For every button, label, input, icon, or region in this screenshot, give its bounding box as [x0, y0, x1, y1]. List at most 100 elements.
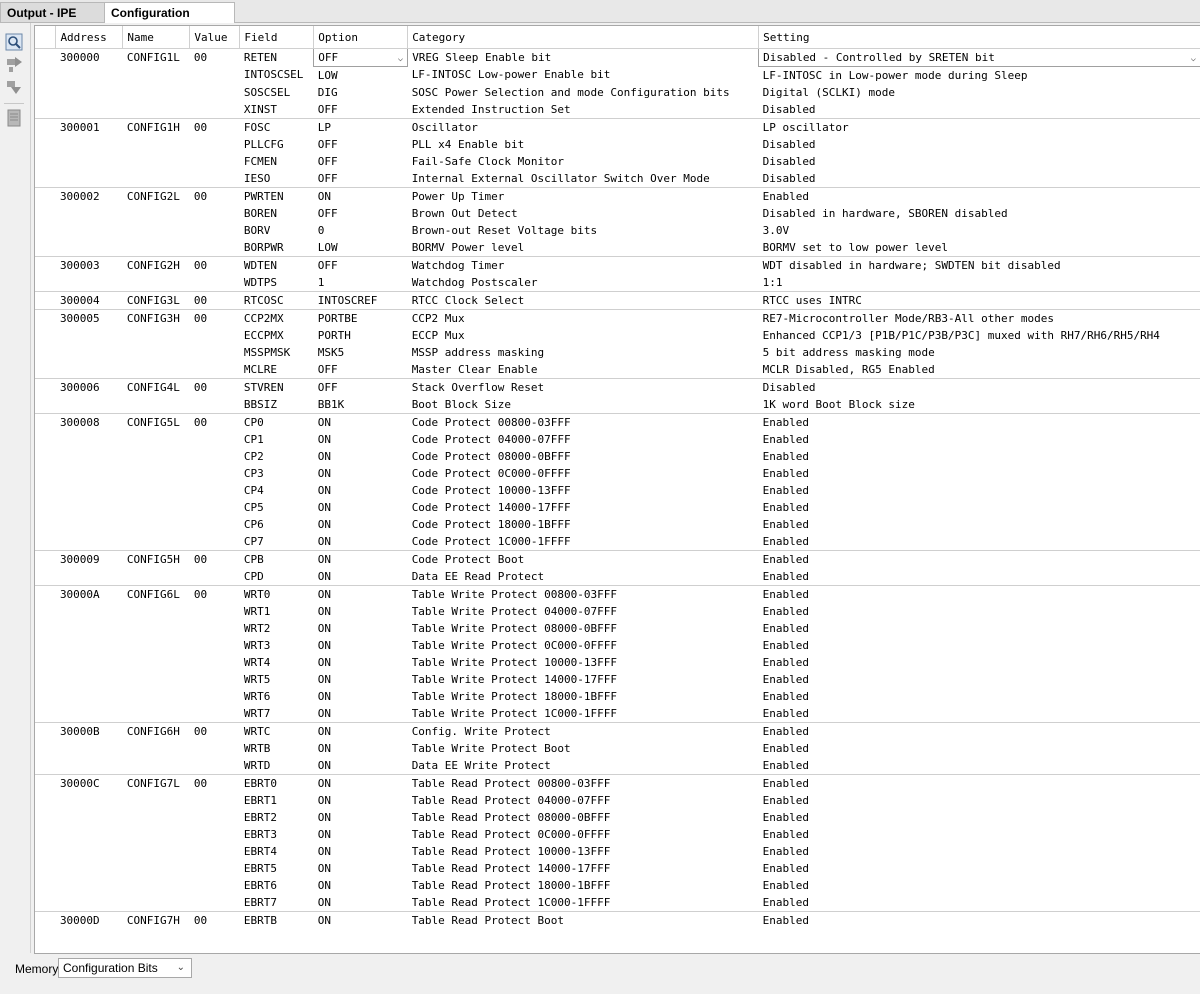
column-header-option[interactable]: Option — [313, 26, 409, 49]
cell-setting[interactable]: Enabled — [758, 187, 1200, 205]
cell-setting[interactable]: Enabled — [758, 911, 1200, 929]
table-row[interactable]: CP4 ON Code Protect 10000-13FFF Enabled — [35, 482, 1200, 499]
cell-setting[interactable]: Enabled — [759, 482, 1200, 499]
cell-setting[interactable]: Enabled — [759, 448, 1200, 465]
table-row[interactable]: WRTB ON Table Write Protect Boot Enabled — [35, 740, 1200, 757]
column-header-category[interactable]: Category — [407, 26, 760, 49]
cell-setting[interactable]: Enabled — [759, 809, 1200, 826]
cell-option[interactable]: OFF — [314, 361, 408, 379]
cell-option[interactable]: ON — [313, 585, 408, 603]
table-row[interactable]: WRT4 ON Table Write Protect 10000-13FFF Ena… — [35, 654, 1200, 671]
cell-option[interactable]: DIG — [314, 84, 408, 101]
table-row[interactable]: EBRT5 ON Table Read Protect 14000-17FFF Ena… — [35, 860, 1200, 877]
table-row[interactable]: 300003 CONFIG2H 00 WDTEN OFF Watchdog Timer WD… — [35, 256, 1200, 274]
table-row[interactable]: EBRT4 ON Table Read Protect 10000-13FFF Ena… — [35, 843, 1200, 860]
table-row[interactable]: BBSIZ BB1K Boot Block Size 1K word Boot Blo… — [35, 396, 1200, 414]
cell-option[interactable]: ON — [314, 654, 408, 671]
cell-option[interactable]: ON — [314, 448, 408, 465]
cell-setting[interactable]: Enhanced CCP1/3 [P1B/P1C/P3B/P3C] muxed … — [759, 327, 1200, 344]
cell-setting[interactable]: Enabled — [759, 431, 1200, 448]
cell-option[interactable]: ON — [313, 413, 408, 431]
table-row[interactable]: ECCPMX PORTH ECCP Mux Enhanced CCP1/3 [P1B/… — [35, 327, 1200, 344]
table-row[interactable]: EBRT3 ON Table Read Protect 0C000-0FFFF Ena… — [35, 826, 1200, 843]
cell-option[interactable]: 1 — [314, 274, 408, 292]
table-row[interactable]: 300004 CONFIG3L 00 RTCOSC INTOSCREF RTCC Cloc… — [35, 291, 1200, 310]
table-row[interactable]: 30000C CONFIG7L 00 EBRT0 ON Table Read Protec… — [35, 774, 1200, 792]
table-row[interactable]: MSSPMSK MSK5 MSSP address masking 5 bit add… — [35, 344, 1200, 361]
cell-option[interactable]: ON — [314, 465, 408, 482]
cell-setting[interactable]: Enabled — [759, 654, 1200, 671]
cell-option[interactable]: MSK5 — [314, 344, 408, 361]
cell-setting[interactable]: Enabled — [759, 465, 1200, 482]
cell-option[interactable]: ON — [314, 894, 408, 912]
table-row[interactable]: EBRT6 ON Table Read Protect 18000-1BFFF Ena… — [35, 877, 1200, 894]
cell-setting[interactable]: RTCC uses INTRC — [758, 291, 1200, 310]
cell-option[interactable]: ON — [314, 877, 408, 894]
cell-option[interactable]: OFF — [314, 136, 408, 153]
table-row[interactable]: EBRT1 ON Table Read Protect 04000-07FFF Ena… — [35, 792, 1200, 809]
table-row[interactable]: CP6 ON Code Protect 18000-1BFFF Enabled — [35, 516, 1200, 533]
cell-setting[interactable]: 1K word Boot Block size — [759, 396, 1200, 414]
cell-setting[interactable]: Disabled — [759, 101, 1200, 119]
table-row[interactable]: 300006 CONFIG4L 00 STVREN OFF Stack Overflow … — [35, 378, 1200, 396]
cell-option[interactable]: ON — [314, 603, 408, 620]
cell-option[interactable]: ON — [313, 774, 408, 792]
cell-setting[interactable]: Enabled — [759, 843, 1200, 860]
cell-option[interactable]: ON — [314, 860, 408, 877]
import-icon[interactable] — [5, 55, 23, 73]
export-icon[interactable] — [5, 79, 23, 97]
cell-setting[interactable]: Disabled — [758, 378, 1200, 396]
cell-option[interactable]: ON — [314, 809, 408, 826]
cell-option[interactable]: LP — [313, 118, 408, 136]
table-row[interactable]: 300000 CONFIG1L 00 RETEN OFF ⌵ VREG Sleep Enab… — [35, 48, 1200, 67]
cell-setting[interactable]: BORMV set to low power level — [759, 239, 1200, 257]
table-row[interactable]: IESO OFF Internal External Oscillator Swit… — [35, 170, 1200, 188]
column-header-setting[interactable]: Setting — [758, 26, 1200, 49]
cell-setting[interactable]: Enabled — [759, 740, 1200, 757]
table-row[interactable]: 300001 CONFIG1H 00 FOSC LP Oscillator LP oscil… — [35, 118, 1200, 136]
cell-setting[interactable]: Enabled — [759, 877, 1200, 894]
table-row[interactable]: WRT2 ON Table Write Protect 08000-0BFFF Ena… — [35, 620, 1200, 637]
table-row[interactable]: MCLRE OFF Master Clear Enable MCLR Disabled… — [35, 361, 1200, 379]
cell-option[interactable]: OFF — [314, 153, 408, 170]
cell-setting[interactable]: 3.0V — [759, 222, 1200, 239]
cell-option[interactable]: LOW — [314, 67, 408, 85]
cell-option[interactable]: ON — [314, 431, 408, 448]
table-row[interactable]: WDTPS 1 Watchdog Postscaler 1:1 — [35, 274, 1200, 292]
cell-setting[interactable]: Enabled — [758, 550, 1200, 568]
cell-option[interactable]: PORTH — [314, 327, 408, 344]
cell-setting[interactable]: LP oscillator — [758, 118, 1200, 136]
table-row[interactable]: BORV 0 Brown-out Reset Voltage bits 3.0V — [35, 222, 1200, 239]
cell-setting[interactable]: Enabled — [759, 499, 1200, 516]
cell-option[interactable]: OFF — [313, 378, 408, 396]
clear-icon[interactable] — [5, 109, 23, 127]
cell-setting[interactable]: Enabled — [759, 603, 1200, 620]
cell-option[interactable]: 0 — [314, 222, 408, 239]
cell-option[interactable]: ON — [314, 671, 408, 688]
cell-setting[interactable]: RE7-Microcontroller Mode/RB3-All other m… — [758, 309, 1200, 327]
table-row[interactable]: WRTD ON Data EE Write Protect Enabled — [35, 757, 1200, 775]
table-row[interactable]: WRT5 ON Table Write Protect 14000-17FFF Ena… — [35, 671, 1200, 688]
column-header-value[interactable]: Value — [189, 26, 241, 49]
cell-setting[interactable]: Enabled — [758, 722, 1200, 740]
cell-option[interactable]: ON — [314, 688, 408, 705]
setting-dropdown[interactable]: Disabled - Controlled by SRETEN bit ⌵ — [758, 48, 1200, 67]
cell-option[interactable]: ON — [313, 722, 408, 740]
table-row[interactable]: 300005 CONFIG3H 00 CCP2MX PORTBE CCP2 Mux RE7-… — [35, 309, 1200, 327]
table-row[interactable]: 30000B CONFIG6H 00 WRTC ON Config. Write Prot… — [35, 722, 1200, 740]
table-row[interactable]: INTOSCSEL LOW LF-INTOSC Low-power Enable b… — [35, 67, 1200, 85]
cell-setting[interactable]: LF-INTOSC in Low-power mode during Sleep — [759, 67, 1200, 85]
table-row[interactable]: 30000A CONFIG6L 00 WRT0 ON Table Write Protec… — [35, 585, 1200, 603]
cell-option[interactable]: BB1K — [314, 396, 408, 414]
column-header-field[interactable]: Field — [239, 26, 315, 49]
table-row[interactable]: 30000D CONFIG7H 00 EBRTB ON Table Read Protec… — [35, 911, 1200, 929]
tab-output-ipe[interactable]: Output - IPE — [0, 2, 105, 22]
cell-option[interactable]: ON — [313, 550, 408, 568]
table-row[interactable]: WRT6 ON Table Write Protect 18000-1BFFF Ena… — [35, 688, 1200, 705]
cell-setting[interactable]: MCLR Disabled, RG5 Enabled — [759, 361, 1200, 379]
table-row[interactable]: EBRT7 ON Table Read Protect 1C000-1FFFF Ena… — [35, 894, 1200, 912]
table-row[interactable]: 300002 CONFIG2L 00 PWRTEN ON Power Up Timer En… — [35, 187, 1200, 205]
table-row[interactable]: WRT7 ON Table Write Protect 1C000-1FFFF Ena… — [35, 705, 1200, 723]
cell-option[interactable]: ON — [313, 911, 408, 929]
cell-setting[interactable]: Disabled — [759, 153, 1200, 170]
